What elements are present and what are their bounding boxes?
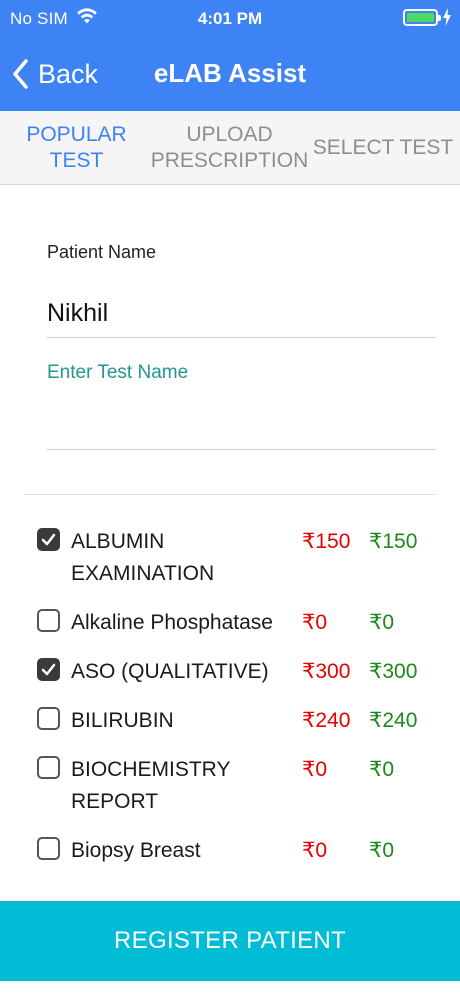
list-item[interactable]: BIOCHEMISTRY REPORT ₹0 ₹0 xyxy=(0,748,460,829)
register-patient-button[interactable]: REGISTER PATIENT xyxy=(0,901,460,981)
list-item[interactable] xyxy=(0,878,460,884)
test-name: BILIRUBIN xyxy=(71,709,174,732)
checkbox-unchecked[interactable] xyxy=(37,756,60,779)
tab-popular-test-label-line2: TEST xyxy=(49,148,104,172)
test-price-green: ₹0 xyxy=(369,611,395,634)
test-list: ALBUMIN EXAMINATION ₹150 ₹150 Alkaline P… xyxy=(0,520,460,884)
test-name: Alkaline Phosphatase xyxy=(71,611,273,634)
checkbox-unchecked[interactable] xyxy=(37,707,60,730)
checkbox-unchecked[interactable] xyxy=(37,837,60,860)
tab-upload-label-line1: UPLOAD xyxy=(186,122,273,146)
patient-name-field[interactable] xyxy=(47,290,436,338)
test-price-green: ₹0 xyxy=(369,758,395,781)
tab-upload-label-line2: PRESCRIPTION xyxy=(150,148,309,172)
tab-upload-prescription[interactable]: UPLOAD PRESCRIPTION xyxy=(150,111,309,184)
section-divider xyxy=(24,494,436,495)
test-price-red: ₹0 xyxy=(302,611,328,634)
battery-icon xyxy=(403,9,441,26)
tab-popular-test-label-line1: POPULAR xyxy=(26,122,127,146)
status-bar: No SIM 4:01 PM xyxy=(0,0,460,36)
test-price-green: ₹300 xyxy=(369,660,418,683)
test-price-red: ₹150 xyxy=(302,530,351,553)
checkmark-icon xyxy=(41,663,56,676)
test-price-red: ₹300 xyxy=(302,660,351,683)
list-item[interactable]: ALBUMIN EXAMINATION ₹150 ₹150 xyxy=(0,520,460,601)
page-title: eLAB Assist xyxy=(153,58,307,88)
test-price-red: ₹0 xyxy=(302,758,328,781)
app-header: No SIM 4:01 PM Back eLAB Assist xyxy=(0,0,460,111)
tab-select-test-label: SELECT TEST xyxy=(312,135,454,159)
test-price-green: ₹150 xyxy=(369,530,418,553)
test-name: BIOCHEMISTRY REPORT xyxy=(71,758,231,813)
patient-name-label: Patient Name xyxy=(47,242,157,262)
tab-popular-test[interactable]: POPULAR TEST xyxy=(0,111,153,184)
list-item[interactable]: ASO (QUALITATIVE) ₹300 ₹300 xyxy=(0,650,460,699)
test-name: Biopsy Breast xyxy=(71,839,201,862)
checkmark-icon xyxy=(41,533,56,546)
checkbox-checked[interactable] xyxy=(37,658,60,681)
list-item[interactable]: Alkaline Phosphatase ₹0 ₹0 xyxy=(0,601,460,650)
charging-bolt-icon xyxy=(443,8,451,26)
list-item[interactable]: Biopsy Breast ₹0 ₹0 xyxy=(0,829,460,878)
status-time: 4:01 PM xyxy=(197,9,263,28)
test-price-red: ₹240 xyxy=(302,709,351,732)
test-price-red: ₹0 xyxy=(302,839,328,862)
test-name: ASO (QUALITATIVE) xyxy=(71,660,269,683)
test-price-green: ₹240 xyxy=(369,709,418,732)
test-name-input[interactable] xyxy=(47,360,436,450)
test-price-green: ₹0 xyxy=(369,839,395,862)
test-name: ALBUMIN EXAMINATION xyxy=(71,530,215,585)
checkbox-checked[interactable] xyxy=(37,528,60,551)
tab-select-test[interactable]: SELECT TEST xyxy=(306,111,460,184)
checkbox-unchecked[interactable] xyxy=(37,609,60,632)
tab-bar: POPULAR TEST UPLOAD PRESCRIPTION SELECT … xyxy=(0,111,460,185)
list-item[interactable]: BILIRUBIN ₹240 ₹240 xyxy=(0,699,460,748)
